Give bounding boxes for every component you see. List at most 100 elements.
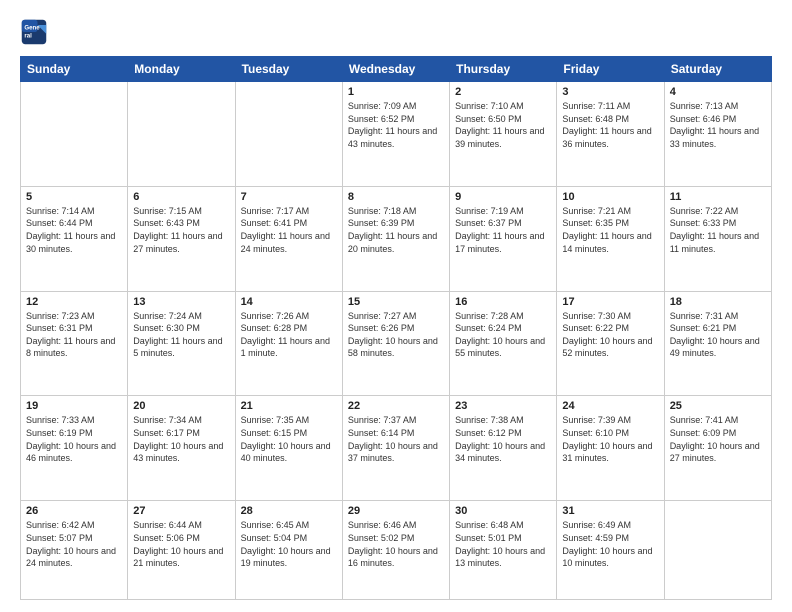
day-number: 31 (562, 505, 658, 517)
calendar-week-3: 12 Sunrise: 7:23 AM Sunset: 6:31 PM Dayli… (21, 291, 772, 396)
calendar-cell: 24Sunrise: 7:39 AM Sunset: 6:10 PM Dayli… (557, 396, 664, 501)
calendar-cell: 12 Sunrise: 7:23 AM Sunset: 6:31 PM Dayli… (21, 291, 128, 396)
day-info: Sunrise: 7:35 AM Sunset: 6:15 PM Dayligh… (241, 414, 337, 464)
day-info: Sunrise: 6:45 AM Sunset: 5:04 PM Dayligh… (241, 519, 337, 569)
calendar-cell: 10Sunrise: 7:21 AM Sunset: 6:35 PM Dayli… (557, 186, 664, 291)
day-number: 18 (670, 296, 766, 308)
svg-text:Gene: Gene (24, 24, 40, 31)
day-info: Sunrise: 7:14 AM Sunset: 6:44 PM Dayligh… (26, 205, 122, 255)
day-number: 1 (348, 86, 444, 98)
calendar-cell: 26 Sunrise: 6:42 AM Sunset: 5:07 PM Dayli… (21, 501, 128, 600)
day-info: Sunrise: 7:37 AM Sunset: 6:14 PM Dayligh… (348, 414, 444, 464)
calendar-cell (21, 82, 128, 187)
day-info: Sunrise: 7:30 AM Sunset: 6:22 PM Dayligh… (562, 310, 658, 360)
day-number: 2 (455, 86, 551, 98)
day-info: Sunrise: 6:49 AM Sunset: 4:59 PM Dayligh… (562, 519, 658, 569)
calendar-cell: 4Sunrise: 7:13 AM Sunset: 6:46 PM Daylig… (664, 82, 771, 187)
day-info: Sunrise: 7:38 AM Sunset: 6:12 PM Dayligh… (455, 414, 551, 464)
day-number: 28 (241, 505, 337, 517)
day-info: Sunrise: 6:48 AM Sunset: 5:01 PM Dayligh… (455, 519, 551, 569)
day-number: 4 (670, 86, 766, 98)
day-number: 11 (670, 191, 766, 203)
day-number: 25 (670, 400, 766, 412)
day-number: 8 (348, 191, 444, 203)
weekday-header-wednesday: Wednesday (342, 57, 449, 82)
calendar-week-4: 19Sunrise: 7:33 AM Sunset: 6:19 PM Dayli… (21, 396, 772, 501)
day-number: 5 (26, 191, 122, 203)
day-info: Sunrise: 7:28 AM Sunset: 6:24 PM Dayligh… (455, 310, 551, 360)
calendar-cell: 21 Sunrise: 7:35 AM Sunset: 6:15 PM Dayli… (235, 396, 342, 501)
calendar-cell: 9 Sunrise: 7:19 AM Sunset: 6:37 PM Daylig… (450, 186, 557, 291)
day-number: 12 (26, 296, 122, 308)
day-info: Sunrise: 7:17 AM Sunset: 6:41 PM Dayligh… (241, 205, 337, 255)
weekday-header-monday: Monday (128, 57, 235, 82)
weekday-header-sunday: Sunday (21, 57, 128, 82)
day-info: Sunrise: 7:23 AM Sunset: 6:31 PM Dayligh… (26, 310, 122, 360)
header: Gene ral (20, 18, 772, 46)
calendar-cell: 22 Sunrise: 7:37 AM Sunset: 6:14 PM Dayli… (342, 396, 449, 501)
day-info: Sunrise: 7:26 AM Sunset: 6:28 PM Dayligh… (241, 310, 337, 360)
calendar-cell: 15 Sunrise: 7:27 AM Sunset: 6:26 PM Dayli… (342, 291, 449, 396)
day-info: Sunrise: 7:27 AM Sunset: 6:26 PM Dayligh… (348, 310, 444, 360)
page: Gene ral SundayMondayTuesdayWednesdayThu… (0, 0, 792, 612)
day-info: Sunrise: 6:44 AM Sunset: 5:06 PM Dayligh… (133, 519, 229, 569)
weekday-header-friday: Friday (557, 57, 664, 82)
svg-text:ral: ral (24, 32, 32, 39)
day-info: Sunrise: 7:21 AM Sunset: 6:35 PM Dayligh… (562, 205, 658, 255)
calendar-cell: 2 Sunrise: 7:10 AM Sunset: 6:50 PM Daylig… (450, 82, 557, 187)
calendar-cell: 16 Sunrise: 7:28 AM Sunset: 6:24 PM Dayli… (450, 291, 557, 396)
day-number: 23 (455, 400, 551, 412)
day-info: Sunrise: 7:41 AM Sunset: 6:09 PM Dayligh… (670, 414, 766, 464)
weekday-header-saturday: Saturday (664, 57, 771, 82)
day-number: 26 (26, 505, 122, 517)
day-number: 17 (562, 296, 658, 308)
calendar-cell (235, 82, 342, 187)
calendar-cell: 13 Sunrise: 7:24 AM Sunset: 6:30 PM Dayli… (128, 291, 235, 396)
day-number: 22 (348, 400, 444, 412)
day-info: Sunrise: 7:10 AM Sunset: 6:50 PM Dayligh… (455, 100, 551, 150)
day-info: Sunrise: 7:19 AM Sunset: 6:37 PM Dayligh… (455, 205, 551, 255)
calendar-cell: 29Sunrise: 6:46 AM Sunset: 5:02 PM Dayli… (342, 501, 449, 600)
day-info: Sunrise: 7:24 AM Sunset: 6:30 PM Dayligh… (133, 310, 229, 360)
logo: Gene ral (20, 18, 52, 46)
calendar-cell (664, 501, 771, 600)
calendar-cell: 14 Sunrise: 7:26 AM Sunset: 6:28 PM Dayli… (235, 291, 342, 396)
day-number: 7 (241, 191, 337, 203)
calendar-cell: 20Sunrise: 7:34 AM Sunset: 6:17 PM Dayli… (128, 396, 235, 501)
calendar-cell: 6Sunrise: 7:15 AM Sunset: 6:43 PM Daylig… (128, 186, 235, 291)
day-info: Sunrise: 6:42 AM Sunset: 5:07 PM Dayligh… (26, 519, 122, 569)
day-info: Sunrise: 7:31 AM Sunset: 6:21 PM Dayligh… (670, 310, 766, 360)
day-info: Sunrise: 7:33 AM Sunset: 6:19 PM Dayligh… (26, 414, 122, 464)
day-number: 14 (241, 296, 337, 308)
day-number: 16 (455, 296, 551, 308)
weekday-header-thursday: Thursday (450, 57, 557, 82)
calendar-cell: 23 Sunrise: 7:38 AM Sunset: 6:12 PM Dayli… (450, 396, 557, 501)
calendar-cell (128, 82, 235, 187)
day-number: 3 (562, 86, 658, 98)
calendar-body: 1Sunrise: 7:09 AM Sunset: 6:52 PM Daylig… (21, 82, 772, 600)
day-number: 30 (455, 505, 551, 517)
calendar-cell: 8Sunrise: 7:18 AM Sunset: 6:39 PM Daylig… (342, 186, 449, 291)
day-number: 27 (133, 505, 229, 517)
calendar-week-5: 26 Sunrise: 6:42 AM Sunset: 5:07 PM Dayli… (21, 501, 772, 600)
day-info: Sunrise: 7:39 AM Sunset: 6:10 PM Dayligh… (562, 414, 658, 464)
calendar-cell: 27 Sunrise: 6:44 AM Sunset: 5:06 PM Dayli… (128, 501, 235, 600)
day-number: 13 (133, 296, 229, 308)
day-info: Sunrise: 6:46 AM Sunset: 5:02 PM Dayligh… (348, 519, 444, 569)
calendar-cell: 28 Sunrise: 6:45 AM Sunset: 5:04 PM Dayli… (235, 501, 342, 600)
weekday-header-row: SundayMondayTuesdayWednesdayThursdayFrid… (21, 57, 772, 82)
calendar-cell: 31 Sunrise: 6:49 AM Sunset: 4:59 PM Dayli… (557, 501, 664, 600)
calendar-week-2: 5 Sunrise: 7:14 AM Sunset: 6:44 PM Daylig… (21, 186, 772, 291)
calendar-cell: 18 Sunrise: 7:31 AM Sunset: 6:21 PM Dayli… (664, 291, 771, 396)
day-info: Sunrise: 7:15 AM Sunset: 6:43 PM Dayligh… (133, 205, 229, 255)
logo-icon: Gene ral (20, 18, 48, 46)
day-info: Sunrise: 7:34 AM Sunset: 6:17 PM Dayligh… (133, 414, 229, 464)
calendar-cell: 25 Sunrise: 7:41 AM Sunset: 6:09 PM Dayli… (664, 396, 771, 501)
day-number: 9 (455, 191, 551, 203)
calendar-cell: 1Sunrise: 7:09 AM Sunset: 6:52 PM Daylig… (342, 82, 449, 187)
calendar-cell: 19Sunrise: 7:33 AM Sunset: 6:19 PM Dayli… (21, 396, 128, 501)
day-number: 21 (241, 400, 337, 412)
day-info: Sunrise: 7:22 AM Sunset: 6:33 PM Dayligh… (670, 205, 766, 255)
weekday-header-tuesday: Tuesday (235, 57, 342, 82)
day-number: 15 (348, 296, 444, 308)
